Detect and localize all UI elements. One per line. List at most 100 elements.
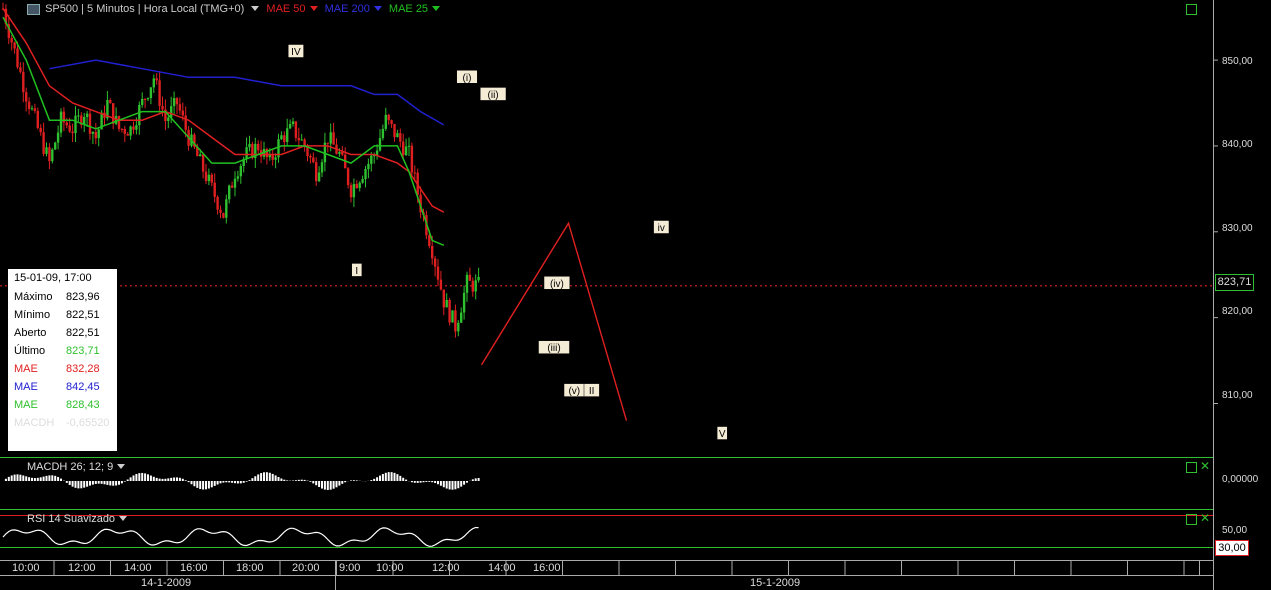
candle-body — [431, 245, 434, 259]
candle-body — [19, 67, 22, 72]
candle-body — [436, 266, 440, 280]
x-tick-label: 10:00 — [376, 562, 404, 574]
y-tick-label: 820,00 — [1222, 306, 1253, 317]
candle-body — [390, 120, 393, 124]
macdh-panel — [4, 472, 480, 490]
x-tick-label: 14:00 — [124, 562, 152, 574]
candle-body — [13, 42, 16, 49]
candle-body — [283, 135, 286, 142]
candle-body — [25, 92, 28, 102]
candle-body — [387, 114, 390, 121]
candle-body — [320, 162, 324, 173]
candle-body — [288, 124, 292, 129]
candle-body — [460, 312, 463, 323]
candle-body — [399, 133, 402, 142]
x-tick-label: 10:00 — [12, 562, 40, 574]
x-tick-label: 12:00 — [432, 562, 460, 574]
candle-body — [233, 178, 237, 188]
maximize-icon[interactable] — [1186, 462, 1197, 473]
candle-body — [45, 147, 48, 154]
candle-body — [433, 258, 437, 267]
candle-body — [68, 125, 71, 132]
info-row-min: Mínimo 822,51 — [14, 309, 100, 321]
candle-body — [468, 274, 472, 281]
candle-body — [286, 128, 289, 142]
candle-body — [381, 128, 385, 139]
candle-body — [178, 104, 182, 111]
candle-body — [120, 128, 124, 130]
rsi-level-label: 30,00 — [1215, 540, 1249, 556]
candle-body — [135, 125, 138, 130]
wave-label: V — [719, 429, 726, 440]
info-row-mae25: MAE 828,43 — [14, 399, 100, 411]
x-tick-label: 12:00 — [68, 562, 96, 574]
candle-body — [407, 145, 411, 147]
candle-body — [126, 133, 129, 136]
x-tick-label: 9:00 — [339, 562, 361, 574]
candle-body — [439, 279, 443, 290]
info-row-open: Aberto 822,51 — [14, 327, 100, 339]
x-tick-label: 16:00 — [533, 562, 561, 574]
candle-body — [36, 111, 39, 128]
candle-body — [170, 106, 173, 118]
info-row-mae200: MAE 842,45 — [14, 381, 100, 393]
close-icon[interactable]: ✕ — [1200, 511, 1210, 525]
candle-body — [216, 196, 219, 210]
wave-projection-line — [480, 221, 628, 421]
candle-body — [123, 128, 126, 134]
candle-body — [65, 122, 68, 126]
chevron-down-icon[interactable] — [119, 516, 128, 522]
candle-body — [370, 155, 373, 164]
candle-body — [474, 280, 477, 292]
candle-body — [146, 98, 150, 100]
candle-body — [309, 155, 312, 158]
wave-label: I — [355, 266, 358, 277]
wave-label: (iii) — [547, 343, 560, 354]
close-icon[interactable]: ✕ — [1200, 459, 1210, 473]
candle-body — [291, 121, 295, 125]
maximize-icon[interactable] — [1186, 514, 1197, 525]
x-tick-label: 16:00 — [180, 562, 208, 574]
candle-body — [172, 98, 176, 107]
rsi-label[interactable]: RSI 14 Suavizado — [27, 513, 115, 525]
info-row-macdh: MACDH -0,65520 — [14, 417, 110, 429]
rsi-header: RSI 14 Suavizado — [27, 513, 131, 525]
candle-body — [184, 115, 187, 130]
chevron-down-icon[interactable] — [117, 464, 126, 470]
date-label: 14-1-2009 — [141, 577, 192, 589]
candle-body — [77, 115, 80, 117]
x-tick-label: 18:00 — [236, 562, 264, 574]
candle-body — [317, 172, 321, 182]
candle-body — [280, 135, 283, 140]
candle-body — [161, 105, 164, 110]
candle-body — [74, 115, 77, 134]
candle-body — [245, 147, 248, 159]
candle-body — [91, 132, 95, 134]
candle-body — [312, 157, 315, 163]
candle-body — [155, 78, 158, 81]
candle-body — [410, 145, 414, 173]
candle-body — [30, 108, 34, 110]
candle-body — [222, 212, 225, 218]
macdh-label[interactable]: MACDH 26; 12; 9 — [27, 461, 113, 473]
candle-body — [413, 172, 416, 174]
info-row-max: Máximo 823,96 — [14, 291, 100, 303]
candle-body — [442, 289, 445, 308]
wave-label: (iv) — [550, 279, 564, 290]
macdh-y-tick: 0,00000 — [1222, 474, 1259, 485]
candle-body — [39, 127, 42, 133]
wave-label: IV — [291, 47, 301, 58]
candle-body — [361, 179, 364, 183]
candle-body — [248, 143, 251, 148]
candle-body — [149, 87, 153, 99]
rsi-y-tick: 50,00 — [1222, 525, 1248, 536]
candle-body — [210, 174, 213, 183]
candle-body — [297, 137, 300, 141]
candle-body — [129, 126, 132, 136]
candle-body — [16, 48, 19, 68]
info-date: 15-01-09, 17:00 — [14, 272, 92, 284]
candle-body — [471, 280, 474, 292]
candle-body — [315, 162, 318, 182]
candle-body — [27, 101, 31, 109]
rsi-line — [2, 526, 479, 547]
